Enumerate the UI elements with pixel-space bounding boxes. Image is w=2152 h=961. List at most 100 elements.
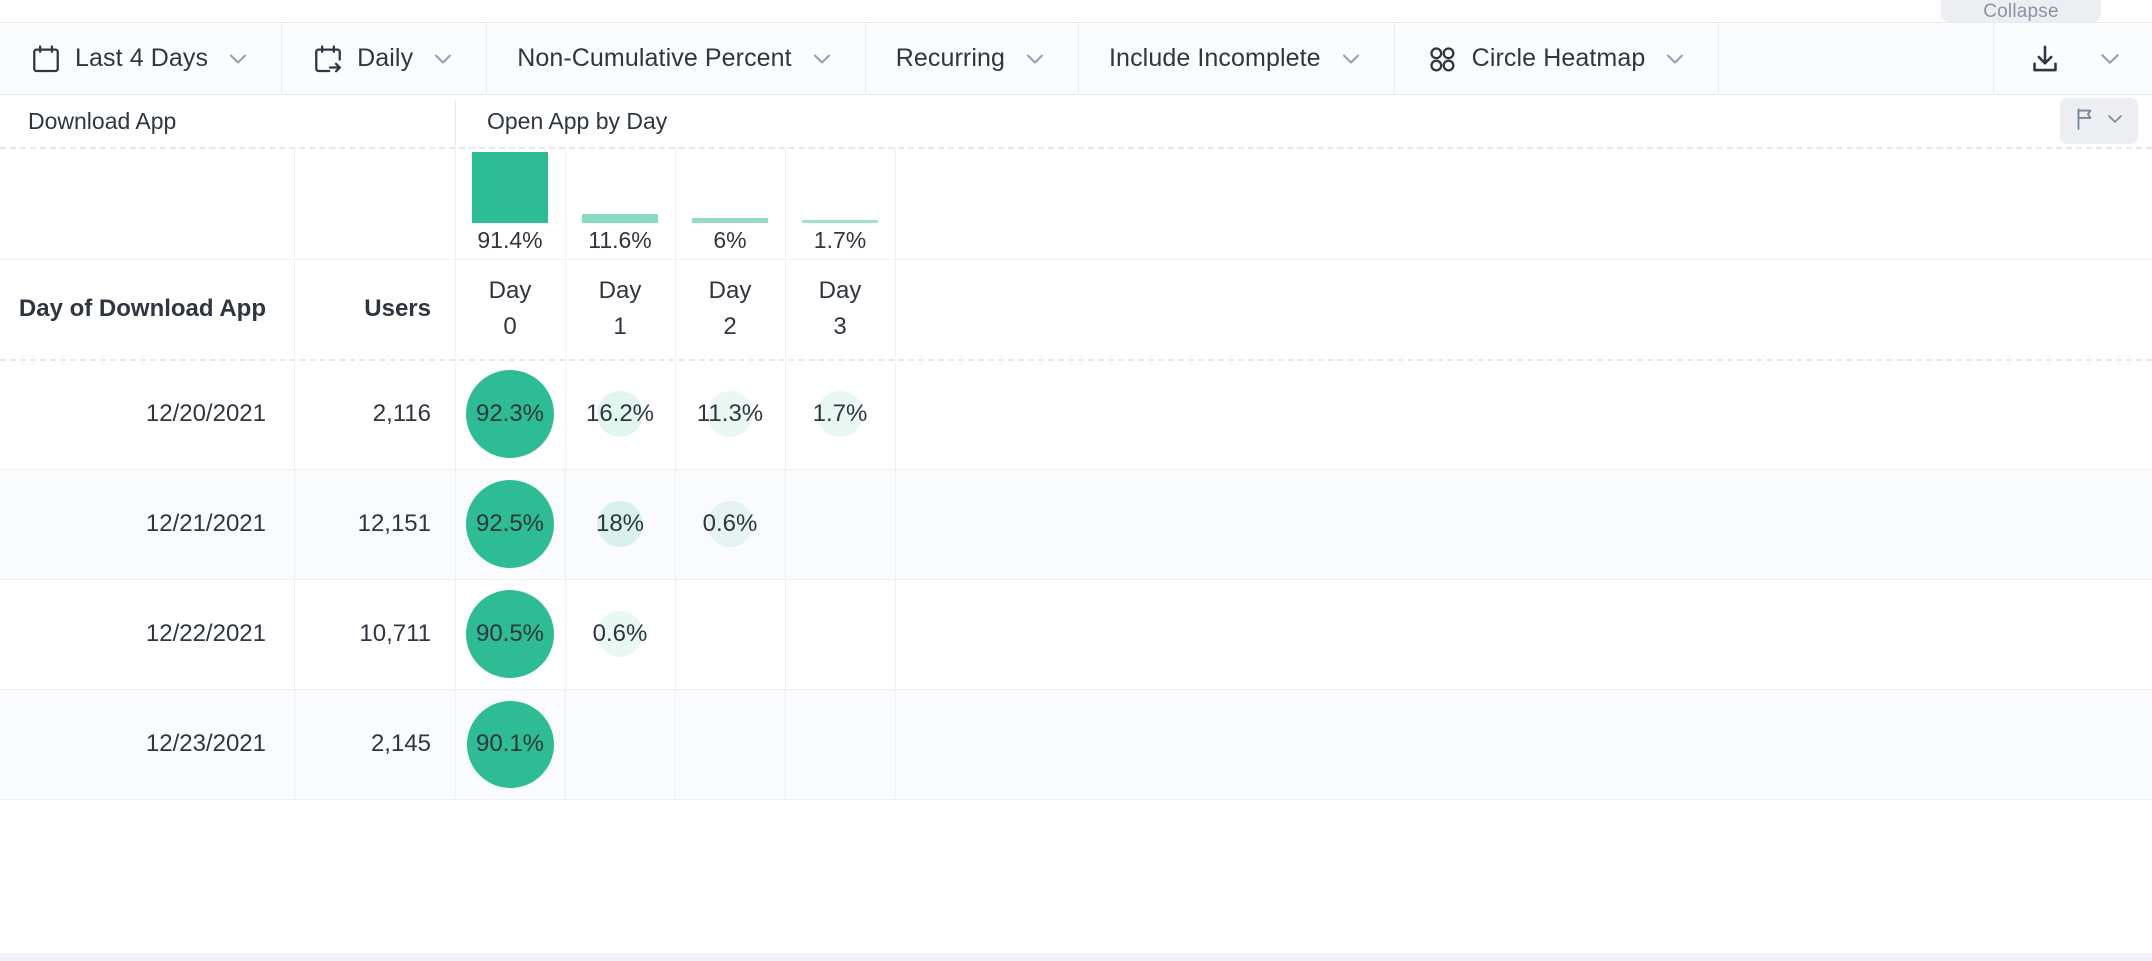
cell-retention-value: 1.7% — [812, 400, 868, 427]
summary-bar — [802, 220, 878, 223]
visualization-selector[interactable]: Circle Heatmap — [1395, 23, 1720, 94]
column-header-day[interactable]: Day 2 — [675, 259, 785, 359]
cell-retention[interactable]: 11.3% — [675, 359, 785, 469]
visualization-selector-label: Circle Heatmap — [1471, 44, 1646, 72]
collapse-button[interactable]: Collapse — [1941, 0, 2101, 22]
column-header-day-word: Day — [598, 277, 642, 304]
cell-retention[interactable]: 90.1% — [455, 689, 565, 799]
group-header-open-app-by-day-label: Open App by Day — [487, 107, 668, 134]
cell-retention-value: 0.6% — [592, 620, 648, 647]
flag-filter-button[interactable] — [2060, 98, 2138, 144]
cell-retention[interactable] — [785, 469, 895, 579]
calendar-arrow-icon — [312, 43, 344, 75]
cell-retention[interactable]: 1.7% — [785, 359, 895, 469]
group-header-download-app: Download App — [28, 95, 176, 147]
cell-users: 10,711 — [359, 620, 431, 647]
cell-retention-value: 11.3% — [696, 400, 764, 427]
flag-chevron-down-icon[interactable] — [2104, 108, 2126, 135]
column-header-day-number: 1 — [613, 313, 627, 340]
chevron-down-icon[interactable] — [1338, 46, 1364, 72]
cell-retention[interactable]: 92.5% — [455, 469, 565, 579]
cell-retention[interactable]: 90.5% — [455, 579, 565, 689]
chevron-down-icon[interactable] — [1022, 46, 1048, 72]
column-header-date-label: Day of Download App — [18, 295, 266, 322]
heatmap-cell — [675, 579, 785, 689]
column-header-day-number: 3 — [833, 313, 847, 340]
chevron-down-icon[interactable] — [430, 46, 456, 72]
column-header-users[interactable]: Users — [294, 259, 455, 359]
heatmap-cell: 90.1% — [455, 689, 565, 799]
four-circles-icon — [1425, 42, 1459, 76]
group-divider — [455, 101, 456, 147]
summary-bar — [692, 218, 768, 223]
cell-retention[interactable] — [565, 689, 675, 799]
cell-date: 12/22/2021 — [145, 620, 266, 647]
cell-retention-value: 90.5% — [475, 620, 545, 647]
retention-type-selector-label: Recurring — [895, 44, 1006, 72]
export-button[interactable] — [1994, 23, 2152, 94]
table-row: 12/22/2021 — [0, 579, 294, 689]
completeness-selector[interactable]: Include Incomplete — [1079, 23, 1395, 94]
cell-retention[interactable]: 16.2% — [565, 359, 675, 469]
column-header-day-number: 0 — [503, 313, 517, 340]
column-header-day[interactable]: Day 0 — [455, 259, 565, 359]
cell-retention[interactable]: 18% — [565, 469, 675, 579]
heatmap-cell: 92.3% — [455, 359, 565, 469]
flag-icon — [2072, 106, 2098, 137]
calendar-icon — [30, 43, 62, 75]
retention-type-selector[interactable]: Recurring — [866, 23, 1080, 94]
group-header-download-app-label: Download App — [28, 107, 177, 134]
retention-table: 91.4% 11.6% 6% 1.7% Day of Download App Users… — [0, 147, 2152, 961]
cell-retention[interactable]: 92.3% — [455, 359, 565, 469]
cell-retention[interactable] — [785, 689, 895, 799]
cell-users-wrap: 10,711 — [294, 579, 455, 689]
summary-bar-zone — [675, 147, 785, 223]
column-header-day[interactable]: Day 1 — [565, 259, 675, 359]
summary-value: 1.7% — [813, 227, 867, 253]
date-range-selector[interactable]: Last 4 Days — [0, 23, 283, 94]
summary-cell: 1.7% — [785, 147, 895, 259]
heatmap-cell: 0.6% — [565, 579, 675, 689]
column-header-day-word: Day — [818, 277, 862, 304]
completeness-selector-label: Include Incomplete — [1109, 44, 1321, 72]
column-header-day[interactable]: Day 3 — [785, 259, 895, 359]
heatmap-cell: 0.6% — [675, 469, 785, 579]
heatmap-cell — [785, 579, 895, 689]
group-header-band: Download App Open App by Day — [0, 95, 2152, 147]
heatmap-cell: 18% — [565, 469, 675, 579]
cell-users-wrap: 2,145 — [294, 689, 455, 799]
chevron-down-icon[interactable] — [1662, 46, 1688, 72]
measure-selector[interactable]: Non-Cumulative Percent — [487, 23, 866, 94]
cell-retention[interactable] — [675, 689, 785, 799]
column-header-users-label: Users — [364, 295, 431, 322]
granularity-selector[interactable]: Daily — [282, 23, 488, 94]
summary-bar-zone — [455, 147, 565, 223]
chevron-down-icon[interactable] — [225, 46, 251, 72]
download-icon[interactable] — [2028, 42, 2062, 76]
cell-users-wrap: 12,151 — [294, 469, 455, 579]
cell-retention[interactable] — [675, 579, 785, 689]
cell-date: 12/20/2021 — [145, 400, 266, 427]
chevron-down-icon[interactable] — [809, 46, 835, 72]
measure-selector-label: Non-Cumulative Percent — [517, 44, 792, 72]
summary-bar-zone — [785, 147, 895, 223]
table-bottom-edge — [0, 953, 2152, 961]
cell-users: 2,116 — [372, 400, 431, 427]
column-header-date[interactable]: Day of Download App — [0, 259, 294, 359]
cell-retention-value: 90.1% — [475, 730, 545, 757]
export-chevron-down-icon[interactable] — [2096, 45, 2124, 73]
column-header-day-number: 2 — [723, 313, 737, 340]
cell-retention-value: 16.2% — [585, 400, 655, 427]
collapse-label: Collapse — [1983, 1, 2059, 22]
cell-retention[interactable]: 0.6% — [565, 579, 675, 689]
summary-value: 6% — [713, 227, 747, 253]
column-header-day-word: Day — [488, 277, 532, 304]
heatmap-cell — [785, 469, 895, 579]
date-range-selector-label: Last 4 Days — [75, 44, 209, 72]
cell-retention-value: 92.5% — [475, 510, 545, 537]
column-header-day-word: Day — [708, 277, 752, 304]
summary-cell: 6% — [675, 147, 785, 259]
cell-retention[interactable]: 0.6% — [675, 469, 785, 579]
heatmap-cell — [675, 689, 785, 799]
cell-retention[interactable] — [785, 579, 895, 689]
